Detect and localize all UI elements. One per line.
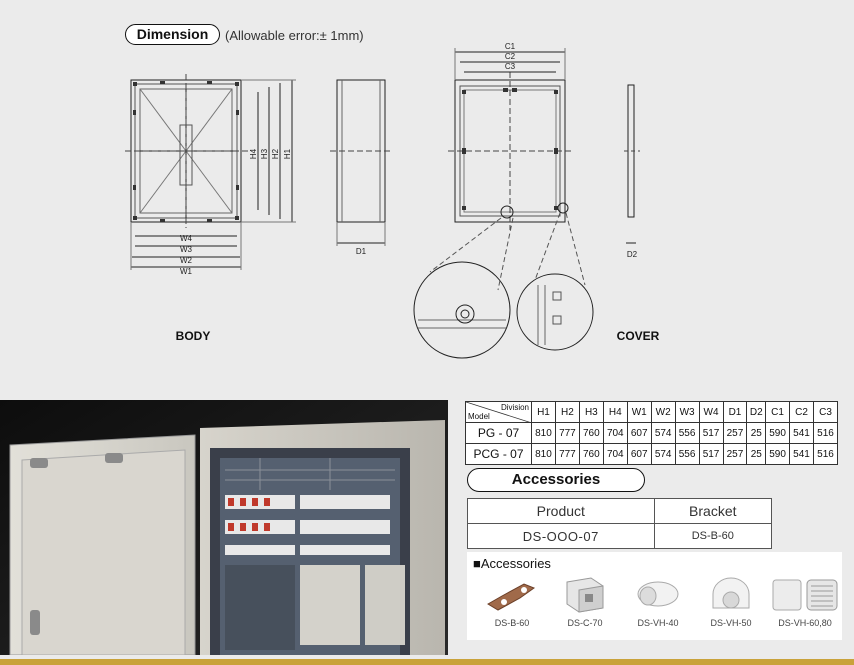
dim-h1: H1 (283, 148, 292, 159)
spec-corner-model: Model (468, 412, 490, 421)
table-cell: 541 (789, 443, 814, 465)
dim-d2: D2 (627, 250, 638, 259)
dim-h3: H3 (260, 148, 269, 159)
spec-col-h4: H4 (602, 401, 628, 423)
table-cell: 25 (746, 422, 767, 444)
vent-hood-icon (637, 581, 679, 607)
table-cell: 704 (602, 422, 628, 444)
dim-h2: H2 (271, 148, 280, 159)
dim-c2: C2 (505, 52, 516, 61)
dim-h4: H4 (249, 148, 258, 159)
spec-col-w1: W1 (626, 401, 652, 423)
dim-w3: W3 (180, 245, 193, 254)
spec-col-w2: W2 (650, 401, 676, 423)
dim-w1: W1 (180, 267, 193, 276)
dim-c1: C1 (505, 42, 516, 51)
model-cell: PG - 07 (465, 422, 532, 444)
product-photo (0, 400, 448, 655)
table-cell: 257 (722, 443, 748, 465)
spec-col-c1: C1 (765, 401, 791, 423)
table-cell: 517 (698, 443, 724, 465)
body-side-view (330, 79, 392, 246)
table-cell: 516 (812, 443, 839, 465)
cover-side-view (624, 84, 640, 244)
accessory-item: DS-VH-50 (698, 574, 764, 636)
dim-c3: C3 (505, 62, 516, 71)
detail-magnifiers (413, 212, 594, 359)
spec-col-c2: C2 (789, 401, 814, 423)
product-header: Product (467, 498, 655, 524)
table-cell: 574 (650, 422, 676, 444)
model-cell: PCG - 07 (465, 443, 532, 465)
table-cell: 760 (578, 422, 604, 444)
table-cell: 556 (674, 422, 700, 444)
table-cell: 607 (626, 422, 652, 444)
louver-vent-icon (772, 579, 838, 611)
accessories-panel: ■Accessories DS-B-60 DS-C-70 DS-VH-40 DS… (467, 552, 842, 640)
bracket-value: DS-B-60 (653, 523, 773, 549)
spec-header-row: Division Model H1 H2 H3 H4 W1 W2 W3 W4 D… (465, 401, 839, 423)
table-cell: 516 (812, 422, 839, 444)
table-cell: 704 (602, 443, 628, 465)
table-cell: 810 (531, 443, 556, 465)
table-cell: 590 (765, 443, 791, 465)
accessory-label: DS-VH-50 (710, 618, 752, 628)
bottom-accent-bar (0, 659, 854, 665)
cover-front-view (448, 48, 572, 230)
body-label: BODY (176, 329, 211, 343)
table-cell: 777 (554, 422, 580, 444)
accessory-item: DS-VH-40 (625, 574, 691, 636)
round-vent-hood-icon (712, 577, 750, 609)
spec-col-d2: D2 (746, 401, 767, 423)
table-cell: 517 (698, 422, 724, 444)
dim-d1: D1 (356, 247, 367, 256)
spec-col-h1: H1 (531, 401, 556, 423)
spec-col-h2: H2 (554, 401, 580, 423)
accessory-label: DS-VH-60,80 (778, 618, 832, 628)
table-cell: 556 (674, 443, 700, 465)
dim-w4: W4 (180, 234, 193, 243)
bracket-header: Bracket (653, 498, 773, 524)
table-cell: 760 (578, 443, 604, 465)
table-cell: 257 (722, 422, 748, 444)
table-cell: 607 (626, 443, 652, 465)
table-cell: 574 (650, 443, 676, 465)
spec-col-c3: C3 (812, 401, 839, 423)
spec-corner-cell: Division Model (465, 401, 532, 423)
product-table: Product Bracket DS-OOO-07 DS-B-60 (467, 498, 773, 549)
accessory-label: DS-VH-40 (637, 618, 679, 628)
table-cell: 25 (746, 443, 767, 465)
accessory-item: DS-B-60 (479, 574, 545, 636)
body-front-view (125, 74, 296, 270)
table-row: PCG - 07 810 777 760 704 607 574 556 517… (465, 443, 839, 465)
accessory-label: DS-B-60 (494, 618, 530, 628)
spec-col-d1: D1 (722, 401, 748, 423)
table-cell: 810 (531, 422, 556, 444)
product-value: DS-OOO-07 (467, 523, 655, 549)
spec-corner-division: Division (500, 403, 529, 412)
dim-w2: W2 (180, 256, 193, 265)
accessory-label: DS-C-70 (567, 618, 603, 628)
table-row: PG - 07 810 777 760 704 607 574 556 517 … (465, 422, 839, 444)
cover-label: COVER (617, 329, 660, 343)
spec-col-w4: W4 (698, 401, 724, 423)
bracket-icon (487, 583, 536, 611)
spec-col-w3: W3 (674, 401, 700, 423)
spec-col-h3: H3 (578, 401, 604, 423)
accessories-title: Accessories (467, 468, 645, 492)
table-cell: 590 (765, 422, 791, 444)
accessory-item: DS-VH-60,80 (769, 574, 841, 636)
accessories-panel-title: ■Accessories (473, 556, 551, 571)
spec-table: Division Model H1 H2 H3 H4 W1 W2 W3 W4 D… (465, 401, 839, 465)
table-cell: 541 (789, 422, 814, 444)
wall-bracket-icon (566, 577, 604, 613)
table-cell: 777 (554, 443, 580, 465)
technical-drawing: W4 W3 W2 W1 H4 H3 H2 H1 D1 C1 C2 C3 D2 B… (125, 42, 660, 359)
accessory-item: DS-C-70 (552, 574, 618, 636)
